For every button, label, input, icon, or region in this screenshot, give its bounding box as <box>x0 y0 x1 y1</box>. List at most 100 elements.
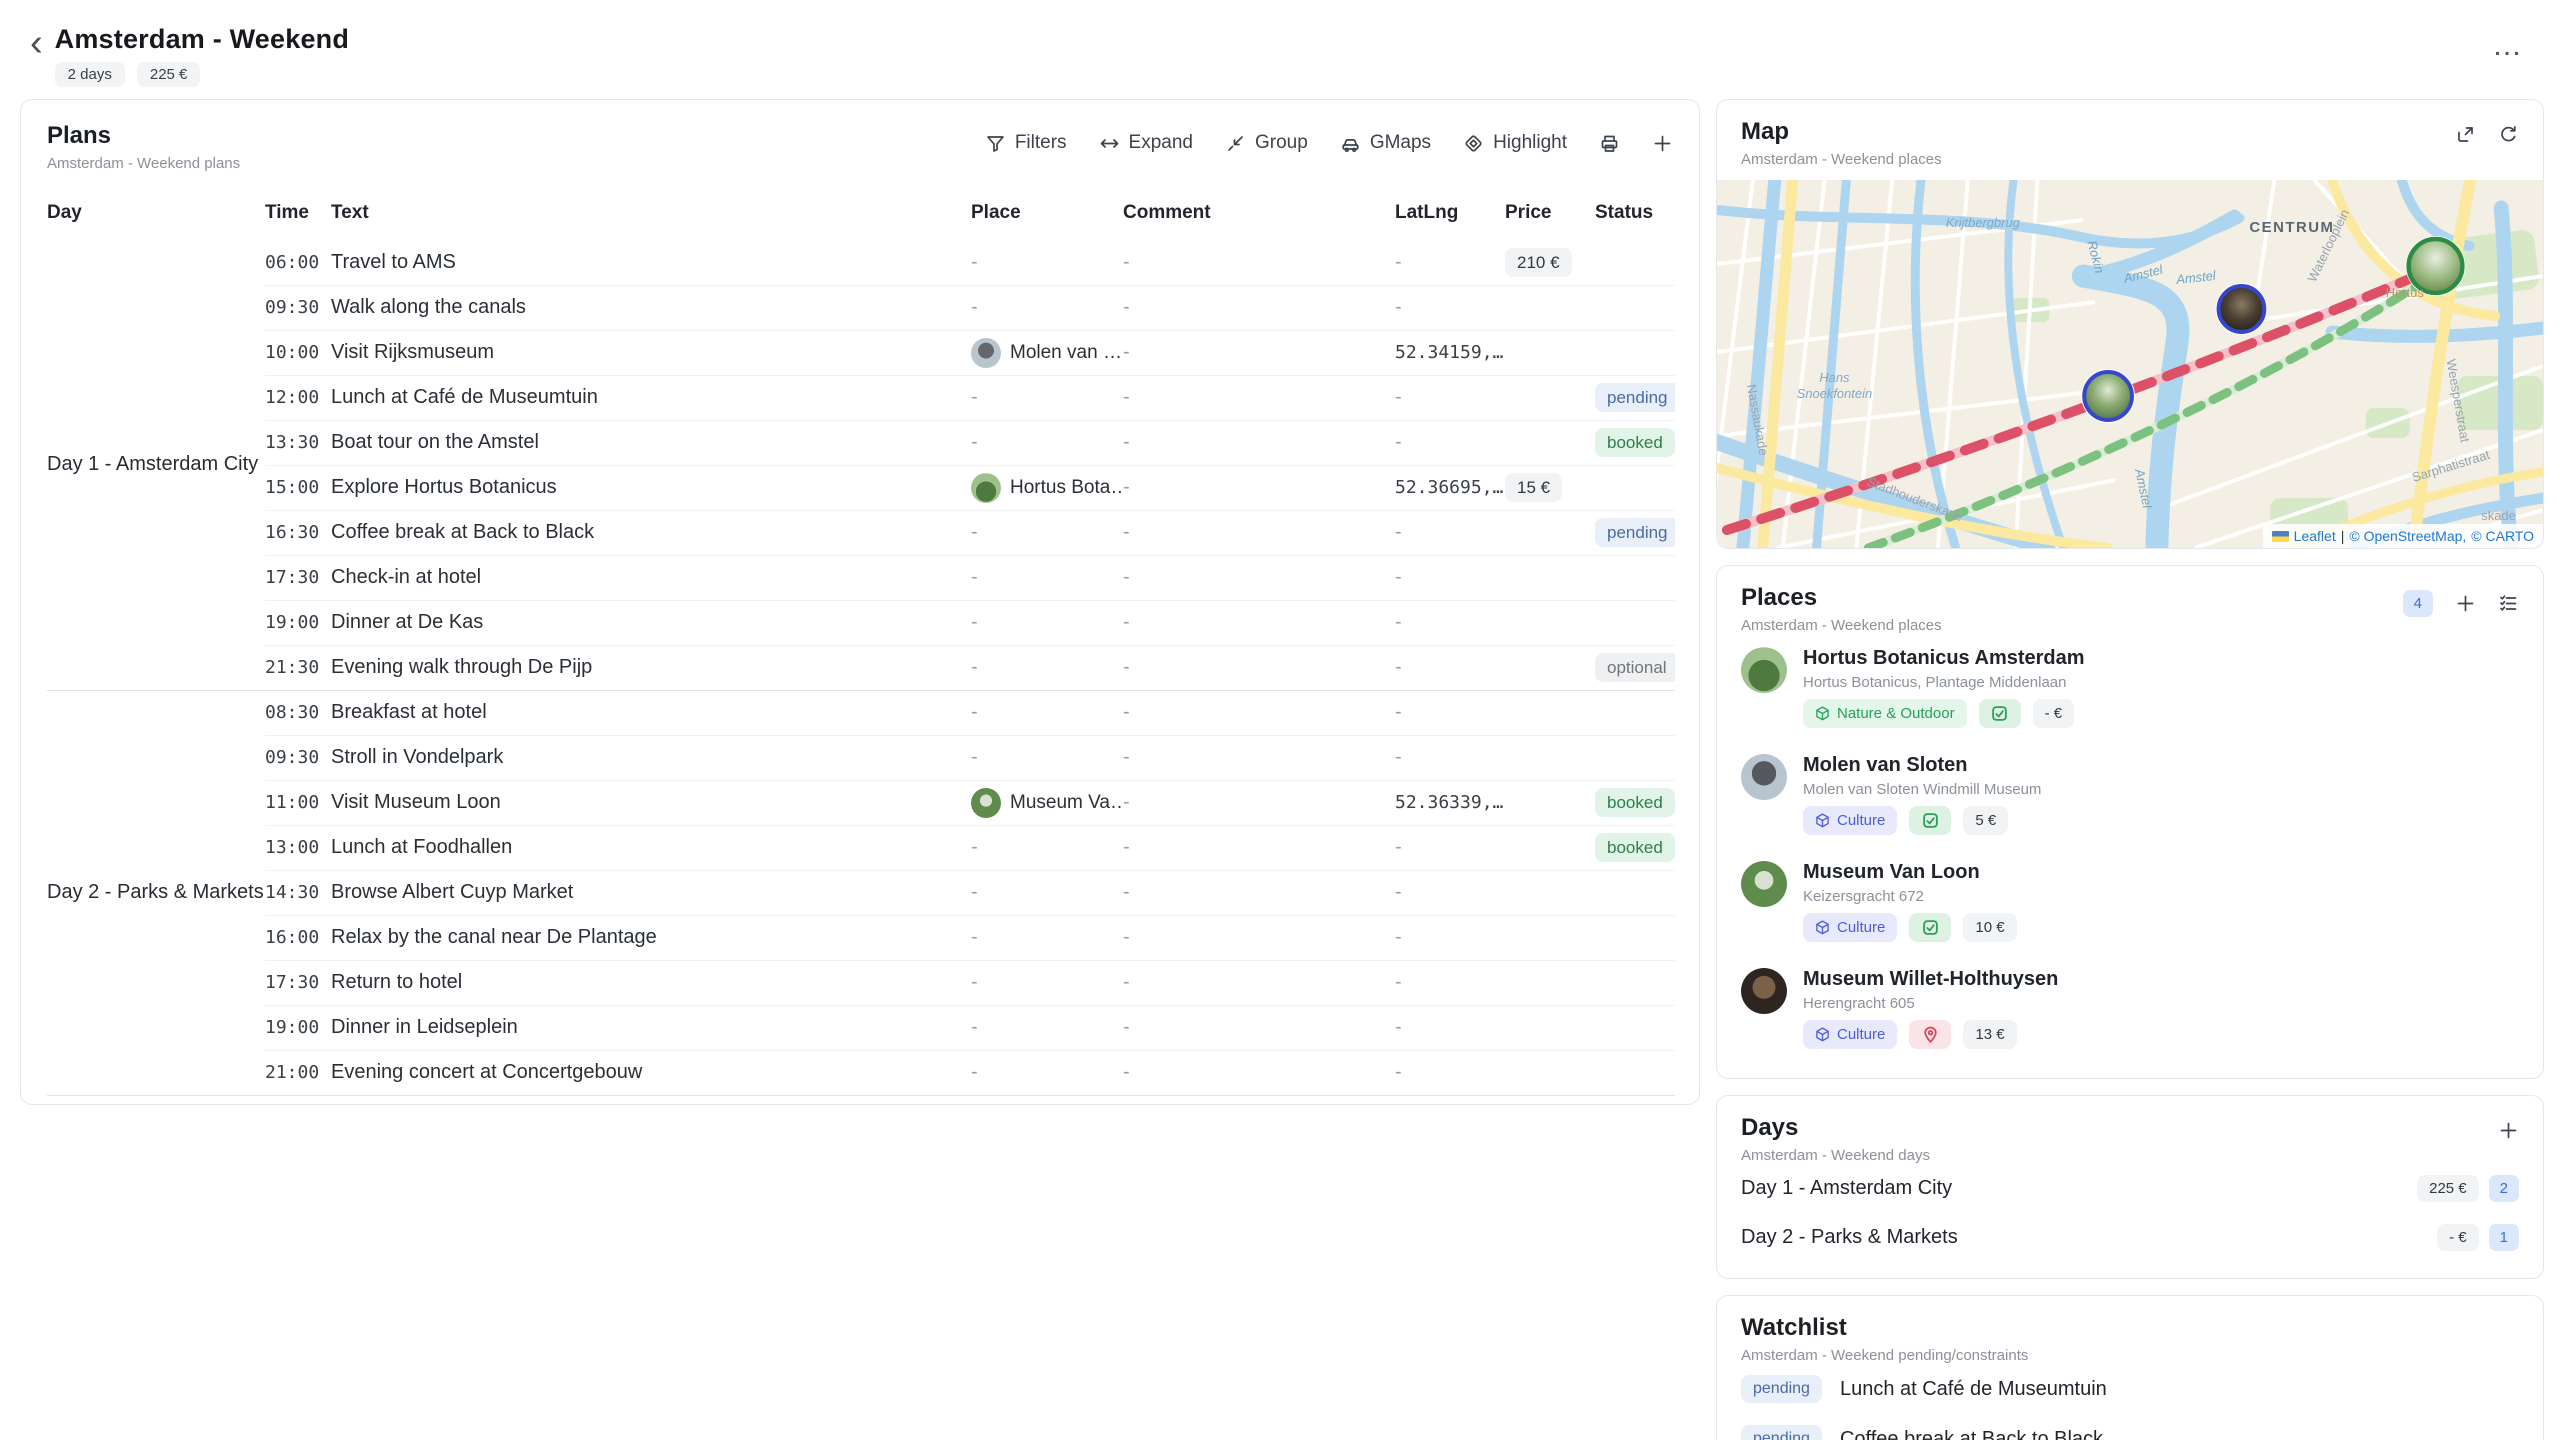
plan-text: Dinner at De Kas <box>331 600 971 645</box>
place-item[interactable]: Museum Willet-Holthuysen Herengracht 605… <box>1741 955 2519 1062</box>
print-button[interactable] <box>1599 133 1620 154</box>
add-plan-button[interactable] <box>1652 133 1673 154</box>
place-name: Museum Va… <box>1010 792 1123 813</box>
empty-value: - <box>1395 386 1402 408</box>
visited-badge[interactable] <box>1909 806 1951 835</box>
table-row[interactable]: Day 1 - Amsterdam City06:00Travel to AMS… <box>47 240 1675 285</box>
plan-text: Visit Museum Loon <box>331 780 971 825</box>
status-badge: booked <box>1595 788 1675 817</box>
map-marker-vanloon[interactable] <box>2081 369 2135 423</box>
gmaps-label: GMaps <box>1370 132 1431 154</box>
table-row[interactable]: 21:00Evening concert at Concertgebouw--- <box>47 1050 1675 1095</box>
plan-time: 13:30 <box>265 420 331 465</box>
plan-price <box>1505 690 1595 735</box>
map-viewport[interactable]: Krijtbergbrug Rokin Amstel Amstel CENTRU… <box>1717 180 2543 548</box>
visited-badge[interactable] <box>1979 699 2021 728</box>
plan-place: - <box>971 735 1123 780</box>
category-tag: Culture <box>1803 913 1897 942</box>
place-item[interactable]: Museum Van Loon Keizersgracht 672 Cultur… <box>1741 848 2519 955</box>
leaflet-link[interactable]: Leaflet <box>2294 528 2336 544</box>
status-badge: booked <box>1595 833 1675 862</box>
empty-value: - <box>1123 701 1130 723</box>
plan-comment: - <box>1123 240 1395 285</box>
table-row[interactable]: 15:00Explore Hortus BotanicusHortus Bota… <box>47 465 1675 510</box>
table-row[interactable]: 12:00Lunch at Café de Museumtuin---pendi… <box>47 375 1675 420</box>
group-button[interactable]: Group <box>1225 132 1308 154</box>
day-list-item[interactable]: Day 2 - Parks & Markets - € 1 <box>1741 1213 2519 1262</box>
table-row[interactable]: 21:30Evening walk through De Pijp---opti… <box>47 645 1675 690</box>
table-row[interactable]: 19:00Dinner in Leidseplein--- <box>47 1005 1675 1050</box>
col-status: Status <box>1595 194 1675 240</box>
empty-value: - <box>1123 296 1130 318</box>
place-name: Hortus Botanicus Amsterdam <box>1803 647 2085 670</box>
osm-link[interactable]: © OpenStreetMap, <box>2349 528 2466 544</box>
table-row[interactable]: Day 2 - Parks & Markets08:30Breakfast at… <box>47 690 1675 735</box>
group-label: Group <box>1255 132 1308 154</box>
map-label-krijtbergbrug: Krijtbergbrug <box>1946 215 2021 230</box>
map-marker-willet[interactable] <box>2216 283 2268 335</box>
gmaps-button[interactable]: GMaps <box>1340 132 1431 154</box>
table-row[interactable]: 09:30Stroll in Vondelpark--- <box>47 735 1675 780</box>
plan-time: 16:00 <box>265 915 331 960</box>
plan-text: Evening concert at Concertgebouw <box>331 1050 971 1095</box>
visited-badge[interactable] <box>1909 913 1951 942</box>
plan-status: pending <box>1595 375 1675 420</box>
col-day: Day <box>47 194 265 240</box>
plan-latlng: - <box>1395 915 1505 960</box>
back-icon[interactable]: ‹ <box>30 28 43 58</box>
expand-button[interactable]: Expand <box>1099 132 1193 154</box>
plans-title: Plans <box>47 122 240 150</box>
plan-place: - <box>971 240 1123 285</box>
table-row[interactable]: 16:00Relax by the canal near De Plantage… <box>47 915 1675 960</box>
place-item[interactable]: Hortus Botanicus Amsterdam Hortus Botani… <box>1741 634 2519 741</box>
watchlist-item[interactable]: pending Coffee break at Back to Black <box>1741 1414 2519 1440</box>
empty-value: - <box>1123 566 1130 588</box>
map-refresh-button[interactable] <box>2498 124 2519 145</box>
plan-place: - <box>971 555 1123 600</box>
place-item[interactable]: Molen van Sloten Molen van Sloten Windmi… <box>1741 741 2519 848</box>
category-label: Culture <box>1837 1026 1885 1043</box>
empty-value: - <box>1395 521 1402 543</box>
plan-text: Boat tour on the Amstel <box>331 420 971 465</box>
map-subtitle: Amsterdam - Weekend places <box>1741 151 1942 168</box>
location-badge[interactable] <box>1909 1020 1951 1049</box>
table-row[interactable]: 17:30Return to hotel--- <box>47 960 1675 1005</box>
map-label-centrum: CENTRUM <box>2249 219 2334 236</box>
table-row[interactable]: 14:30Browse Albert Cuyp Market--- <box>47 870 1675 915</box>
empty-value: - <box>1395 611 1402 633</box>
plan-status <box>1595 870 1675 915</box>
table-row[interactable]: 10:00Visit RijksmuseumMolen van …-52.341… <box>47 330 1675 375</box>
table-row[interactable]: 11:00Visit Museum LoonMuseum Va…-52.3633… <box>47 780 1675 825</box>
places-list-button[interactable] <box>2498 593 2519 614</box>
plan-place: - <box>971 915 1123 960</box>
table-row[interactable]: 13:00Lunch at Foodhallen---booked <box>47 825 1675 870</box>
table-row[interactable]: 17:30Check-in at hotel--- <box>47 555 1675 600</box>
plan-comment: - <box>1123 645 1395 690</box>
add-place-button[interactable] <box>2455 593 2476 614</box>
status-badge: booked <box>1595 428 1675 457</box>
plan-latlng: - <box>1395 1005 1505 1050</box>
empty-value: - <box>971 881 978 903</box>
add-day-button[interactable] <box>2498 1120 2519 1141</box>
category-label: Culture <box>1837 812 1885 829</box>
table-row[interactable]: 09:30Walk along the canals--- <box>47 285 1675 330</box>
place-name: Museum Willet-Holthuysen <box>1803 968 2058 991</box>
plan-price: 15 € <box>1505 465 1595 510</box>
plan-comment: - <box>1123 330 1395 375</box>
map-fullscreen-button[interactable] <box>2455 124 2476 145</box>
highlight-button[interactable]: Highlight <box>1463 132 1567 154</box>
plan-status <box>1595 960 1675 1005</box>
table-row[interactable]: 19:00Dinner at De Kas--- <box>47 600 1675 645</box>
category-tag: Culture <box>1803 806 1897 835</box>
table-row[interactable]: 13:30Boat tour on the Amstel---booked <box>47 420 1675 465</box>
carto-link[interactable]: © CARTO <box>2471 528 2534 544</box>
day-count-badge: 1 <box>2489 1224 2519 1251</box>
plan-time: 11:00 <box>265 780 331 825</box>
table-row[interactable]: 16:30Coffee break at Back to Black---pen… <box>47 510 1675 555</box>
day-list-item[interactable]: Day 1 - Amsterdam City 225 € 2 <box>1741 1164 2519 1213</box>
col-price: Price <box>1505 194 1595 240</box>
overflow-menu-icon[interactable]: … <box>2492 24 2522 56</box>
filters-button[interactable]: Filters <box>985 132 1067 154</box>
map-canvas[interactable]: Krijtbergbrug Rokin Amstel Amstel CENTRU… <box>1717 180 2543 548</box>
watchlist-item[interactable]: pending Lunch at Café de Museumtuin <box>1741 1364 2519 1414</box>
